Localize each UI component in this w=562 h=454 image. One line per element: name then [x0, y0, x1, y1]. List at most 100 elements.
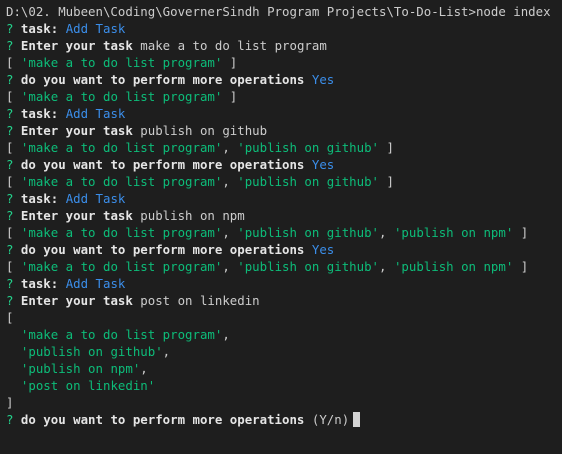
string-literal: 'publish on npm': [393, 259, 514, 274]
answer-text: Add Task: [65, 276, 126, 291]
prompt-text: Enter your task: [20, 293, 133, 308]
output-text: ,: [222, 327, 230, 342]
string-literal: 'publish on github': [237, 140, 380, 155]
output-text: [: [6, 225, 21, 240]
output-text: ,: [162, 344, 171, 359]
terminal-line: ? do you want to perform more operations…: [6, 411, 562, 428]
terminal-line: [ 'make a to do list program', 'publish …: [6, 173, 562, 190]
terminal-line: ? task: Add Task: [6, 275, 562, 292]
terminal-line: D:\02. Mubeen\Coding\GovernerSindh Progr…: [6, 3, 562, 20]
prompt-mark: ?: [6, 412, 21, 427]
answer-text: Yes: [311, 157, 335, 172]
output-text: [: [6, 310, 14, 325]
terminal-line: ? task: Add Task: [6, 105, 562, 122]
answer-text: Yes: [311, 72, 335, 87]
prompt-text: Enter your task: [20, 38, 133, 53]
terminal-line: [ 'make a to do list program', 'publish …: [6, 139, 562, 156]
prompt-mark: ?: [6, 276, 21, 291]
prompt-mark: ?: [6, 157, 21, 172]
prompt-text: do you want to perform more operations: [20, 157, 305, 172]
answer-text: Add Task: [65, 21, 126, 36]
terminal-line: 'publish on github',: [6, 343, 562, 360]
terminal-line: ? do you want to perform more operations…: [6, 156, 562, 173]
prompt-text: do you want to perform more operations: [20, 412, 305, 427]
output-text: ]: [222, 89, 238, 104]
prompt-mark: ?: [6, 191, 21, 206]
terminal-line: [ 'make a to do list program' ]: [6, 54, 562, 71]
output-text: [: [6, 140, 21, 155]
prompt-mark: ?: [6, 293, 21, 308]
terminal-line: [ 'make a to do list program', 'publish …: [6, 258, 562, 275]
output-text: [: [6, 174, 21, 189]
terminal-line: [: [6, 309, 562, 326]
output-text: publish on github: [132, 123, 268, 138]
terminal-line: ? task: Add Task: [6, 20, 562, 37]
prompt-mark: ?: [6, 38, 21, 53]
prompt-text: Enter your task: [20, 123, 133, 138]
prompt-mark: ?: [6, 72, 21, 87]
prompt-text: task:: [20, 21, 59, 36]
terminal-line: ? Enter your task publish on github: [6, 122, 562, 139]
string-literal: 'publish on npm': [393, 225, 514, 240]
string-literal: 'publish on github': [237, 225, 380, 240]
output-text: ]: [222, 55, 238, 70]
answer-text: Yes: [311, 242, 335, 257]
output-text: [: [6, 259, 21, 274]
output-text: ,: [222, 259, 238, 274]
terminal-line: 'publish on npm',: [6, 360, 562, 377]
prompt-mark: ?: [6, 208, 21, 223]
string-literal: 'publish on github': [237, 259, 380, 274]
string-literal: 'make a to do list program': [20, 174, 223, 189]
output-text: ]: [6, 395, 14, 410]
output-text: ]: [379, 140, 394, 155]
string-literal: 'make a to do list program': [20, 55, 223, 70]
terminal-line: 'post on linkedin': [6, 377, 562, 394]
output-text: post on linkedin: [132, 293, 260, 308]
terminal-line: [ 'make a to do list program', 'publish …: [6, 224, 562, 241]
output-text: ,: [379, 225, 394, 240]
prompt-text: task:: [20, 106, 59, 121]
answer-text: Add Task: [65, 106, 126, 121]
prompt-mark: ?: [6, 106, 21, 121]
string-literal: 'make a to do list program': [20, 89, 223, 104]
terminal-output[interactable]: D:\02. Mubeen\Coding\GovernerSindh Progr…: [0, 0, 562, 454]
output-text: ,: [222, 225, 238, 240]
output-text: [: [6, 55, 21, 70]
terminal-line: ? do you want to perform more operations…: [6, 71, 562, 88]
terminal-line: ? Enter your task post on linkedin: [6, 292, 562, 309]
prompt-text: do you want to perform more operations: [20, 242, 305, 257]
output-text: ]: [379, 174, 394, 189]
output-text: ,: [222, 174, 238, 189]
prompt-mark: ?: [6, 21, 21, 36]
prompt-mark: ?: [6, 242, 21, 257]
string-literal: 'make a to do list program': [20, 327, 223, 342]
prompt-text: Enter your task: [20, 208, 133, 223]
prompt-text: do you want to perform more operations: [20, 72, 305, 87]
string-literal: 'publish on github': [237, 174, 380, 189]
output-text: [: [6, 89, 21, 104]
terminal-line: [ 'make a to do list program' ]: [6, 88, 562, 105]
string-literal: 'make a to do list program': [20, 225, 223, 240]
string-literal: 'post on linkedin': [20, 378, 156, 393]
string-literal: 'make a to do list program': [20, 259, 223, 274]
prompt-mark: ?: [6, 123, 21, 138]
terminal-line: ]: [6, 394, 562, 411]
text-cursor: [353, 412, 361, 427]
terminal-line: ? task: Add Task: [6, 190, 562, 207]
prompt-text: task:: [20, 191, 59, 206]
output-text: ]: [513, 225, 529, 240]
string-literal: 'publish on npm': [20, 361, 141, 376]
terminal-line: ? Enter your task make a to do list prog…: [6, 37, 562, 54]
output-text: (Y/n): [304, 412, 350, 427]
